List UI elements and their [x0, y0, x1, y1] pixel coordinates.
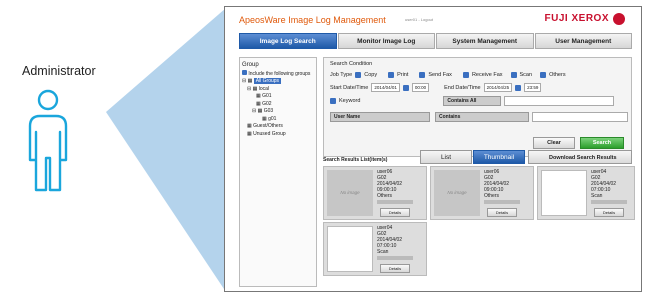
- no-image-thumbnail: No image: [434, 170, 480, 216]
- keyword-input[interactable]: [504, 96, 615, 106]
- group-g01[interactable]: ▦ G01: [242, 93, 314, 99]
- calendar-icon[interactable]: [402, 84, 409, 91]
- field-row: User Name Contains: [330, 112, 628, 122]
- administrator-label: Administrator: [22, 64, 96, 78]
- field-value-input[interactable]: [532, 112, 628, 122]
- result-card[interactable]: No image user06 G02 2014/04/02 09:00:10 Othe…: [430, 166, 534, 220]
- group-g01-sub[interactable]: ▦ g01: [242, 116, 314, 122]
- scan-checkbox[interactable]: [510, 72, 517, 78]
- others-checkbox[interactable]: [540, 72, 547, 78]
- print-checkbox[interactable]: [388, 72, 395, 78]
- scan-document-thumbnail: [327, 226, 373, 272]
- group-local[interactable]: ⊟ ▦ local: [242, 86, 314, 92]
- search-button[interactable]: Search: [580, 137, 624, 149]
- result-info: user04 G02 2014/04/02 07:00:10 Scan: [591, 169, 617, 199]
- start-time-field[interactable]: 00:00: [411, 83, 430, 92]
- keyword-row: Keyword Contains All: [330, 96, 615, 106]
- result-card[interactable]: user04 G02 2014/04/02 07:00:10 Scan Details: [323, 222, 427, 276]
- user-logout-link[interactable]: user01 - Logout: [405, 17, 433, 22]
- field-select[interactable]: User Name: [330, 112, 430, 122]
- scan-document-thumbnail: [541, 170, 587, 216]
- job-type-row: Job Type Copy Print Send Fax Receive Fax…: [330, 72, 566, 78]
- download-results-button[interactable]: Download Search Results: [528, 150, 632, 164]
- ip-address-blurred: [591, 200, 627, 204]
- date-row: Start Date/Time 2014/04/01 00:00 End Dat…: [330, 83, 542, 92]
- administrator-person-icon: [28, 89, 68, 192]
- app-screenshot: ApeosWare Image Log Management user01 - …: [224, 6, 642, 292]
- no-image-thumbnail: No image: [327, 170, 373, 216]
- app-title: ApeosWare Image Log Management: [239, 15, 386, 25]
- group-title: Group: [242, 61, 259, 68]
- include-groups-checkbox[interactable]: Include the following groups: [242, 69, 314, 77]
- details-button[interactable]: Details: [594, 208, 624, 217]
- brand-sphere-icon: [613, 13, 625, 25]
- results-title: Search Results List(item(s): [323, 157, 388, 163]
- ip-address-blurred: [377, 200, 413, 204]
- ip-address-blurred: [377, 256, 413, 260]
- end-date-field[interactable]: 2014/04/25: [483, 83, 513, 92]
- send-fax-checkbox[interactable]: [419, 72, 426, 78]
- group-guest-others[interactable]: ▦ Guest/Others: [242, 123, 314, 129]
- details-button[interactable]: Details: [487, 208, 517, 217]
- details-button[interactable]: Details: [380, 264, 410, 273]
- start-date-field[interactable]: 2014/04/01: [371, 83, 400, 92]
- keyword-operator-select[interactable]: Contains All: [443, 96, 502, 106]
- main-tabs: Image Log Search Monitor Image Log Syste…: [239, 33, 632, 49]
- result-info: user06 G02 2014/04/02 09:00:10 Others: [377, 169, 403, 199]
- tab-image-log-search[interactable]: Image Log Search: [239, 33, 337, 49]
- condition-title: Search Condition: [330, 61, 373, 67]
- calendar-icon[interactable]: [515, 84, 522, 91]
- result-info: user04 G02 2014/04/02 07:00:10 Scan: [377, 225, 403, 255]
- list-view-button[interactable]: List: [420, 150, 472, 164]
- group-panel: Group Include the following groups ⊟ ▦ A…: [239, 57, 317, 287]
- details-button[interactable]: Details: [380, 208, 410, 217]
- group-g03[interactable]: ⊟ ▦ G03: [242, 108, 314, 114]
- keyword-toggle[interactable]: [330, 98, 336, 104]
- end-time-field[interactable]: 23:59: [524, 83, 542, 92]
- copy-checkbox[interactable]: [355, 72, 362, 78]
- field-operator-select[interactable]: Contains: [435, 112, 529, 122]
- clear-button[interactable]: Clear: [533, 137, 575, 149]
- group-g02[interactable]: ▦ G02: [242, 101, 314, 107]
- receive-fax-checkbox[interactable]: [462, 72, 469, 78]
- result-card[interactable]: user04 G02 2014/04/02 07:00:10 Scan Details: [537, 166, 635, 220]
- tab-user-management[interactable]: User Management: [534, 33, 632, 49]
- search-condition-panel: Search Condition Job Type Copy Print Sen…: [323, 57, 632, 157]
- tab-system-management[interactable]: System Management: [436, 33, 534, 49]
- tab-monitor-image-log[interactable]: Monitor Image Log: [337, 33, 435, 49]
- brand-logo: FUJI XEROX: [544, 13, 609, 24]
- result-info: user06 G02 2014/04/02 09:00:10 Others: [484, 169, 510, 199]
- ip-address-blurred: [484, 200, 520, 204]
- group-unused[interactable]: ▦ Unused Group: [242, 131, 314, 137]
- thumbnail-view-button[interactable]: Thumbnail: [473, 150, 525, 164]
- result-card[interactable]: No image user06 G02 2014/04/02 09:00:10 Othe…: [323, 166, 427, 220]
- group-all[interactable]: ⊟ ▦ All Groups: [242, 78, 314, 84]
